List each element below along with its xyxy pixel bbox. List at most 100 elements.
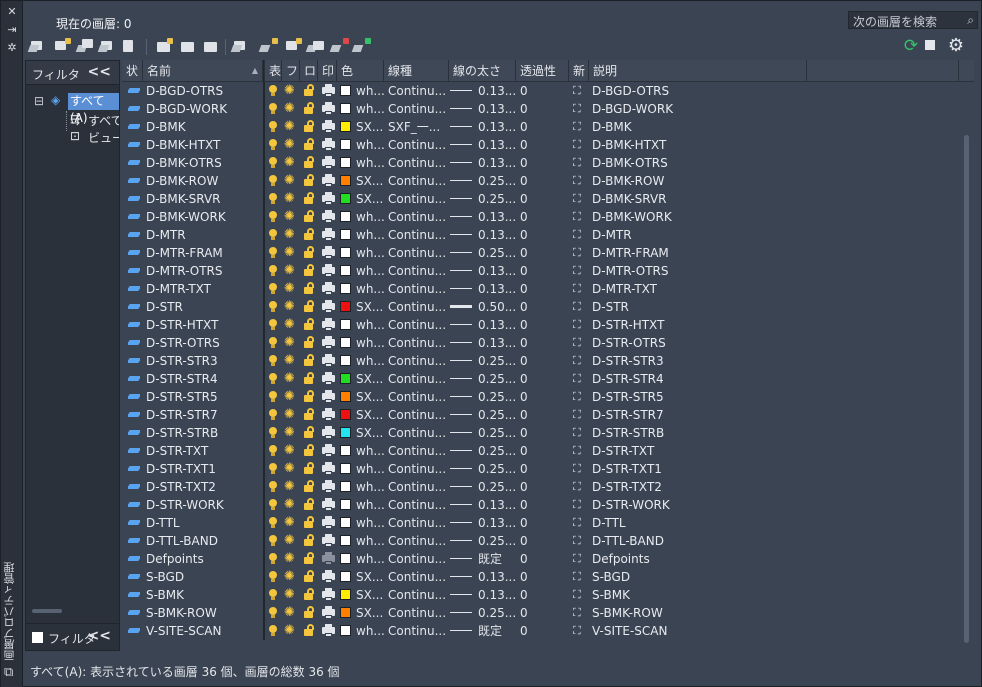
layer-transparency[interactable]: 0 [520, 244, 550, 262]
layer-color[interactable]: SX... [340, 118, 384, 136]
sun-icon[interactable]: ✺ [284, 550, 298, 568]
layer-row[interactable]: D-STR-OTRS ✺ wh... Continu... 0.13... 0 … [122, 334, 974, 352]
layer-transparency[interactable]: 0 [520, 298, 550, 316]
layer-row[interactable]: D-STR-STRB ✺ SX... Continu... 0.25... 0 … [122, 424, 974, 442]
lightbulb-icon[interactable] [268, 244, 278, 262]
layer-lineweight[interactable]: 0.13... [450, 316, 518, 334]
layer-row[interactable]: D-BMK-ROW ✺ SX... Continu... 0.25... 0 ⛶… [122, 172, 974, 190]
unlock-icon[interactable] [303, 82, 315, 100]
layer-lineweight[interactable]: 0.25... [450, 388, 518, 406]
unlock-icon[interactable] [303, 262, 315, 280]
layer-description[interactable]: D-MTR-FRAM [592, 244, 792, 262]
layer-name[interactable]: D-STR-WORK [146, 496, 264, 514]
layer-name[interactable]: D-MTR-OTRS [146, 262, 264, 280]
sun-icon[interactable]: ✺ [284, 262, 298, 280]
layer-name[interactable]: S-BGD [146, 568, 264, 586]
layer-row[interactable]: D-STR-HTXT ✺ wh... Continu... 0.13... 0 … [122, 316, 974, 334]
viewport-freeze-icon[interactable]: ⛶ [573, 334, 587, 352]
layer-description[interactable]: D-BMK-OTRS [592, 154, 792, 172]
unlock-icon[interactable] [303, 226, 315, 244]
viewport-freeze-icon[interactable]: ⛶ [573, 100, 587, 118]
stop-icon[interactable] [925, 40, 935, 50]
layer-linetype[interactable]: Continu... [388, 388, 448, 406]
lightbulb-icon[interactable] [268, 406, 278, 424]
layer-linetype[interactable]: Continu... [388, 190, 448, 208]
collapse-filter-button-bottom[interactable]: << [88, 628, 111, 644]
lightbulb-icon[interactable] [268, 334, 278, 352]
layer-color[interactable]: wh... [340, 550, 384, 568]
printer-icon[interactable] [322, 370, 335, 388]
vertical-scrollbar[interactable] [964, 135, 969, 643]
viewport-freeze-icon[interactable]: ⛶ [573, 388, 587, 406]
layer-linetype[interactable]: Continu... [388, 154, 448, 172]
printer-icon[interactable] [322, 568, 335, 586]
lightbulb-icon[interactable] [268, 172, 278, 190]
sun-icon[interactable]: ✺ [284, 244, 298, 262]
lightbulb-icon[interactable] [268, 352, 278, 370]
layer-transparency[interactable]: 0 [520, 316, 550, 334]
viewport-freeze-icon[interactable]: ⛶ [573, 298, 587, 316]
layer-linetype[interactable]: Continu... [388, 424, 448, 442]
tree-item-all[interactable]: すべて(A) [68, 93, 119, 125]
unlock-icon[interactable] [303, 136, 315, 154]
layer-color[interactable]: wh... [340, 154, 384, 172]
lightbulb-icon[interactable] [268, 298, 278, 316]
viewport-freeze-icon[interactable]: ⛶ [573, 604, 587, 622]
unlock-icon[interactable] [303, 280, 315, 298]
sun-icon[interactable]: ✺ [284, 172, 298, 190]
layer-row[interactable]: D-STR-WORK ✺ wh... Continu... 0.13... 0 … [122, 496, 974, 514]
layer-row[interactable]: D-TTL ✺ wh... Continu... 0.13... 0 ⛶ D-T… [122, 514, 974, 532]
layer-row[interactable]: D-STR-STR5 ✺ SX... Continu... 0.25... 0 … [122, 388, 974, 406]
layer-description[interactable]: D-TTL-BAND [592, 532, 792, 550]
layer-lineweight[interactable]: 0.25... [450, 352, 518, 370]
layer-name[interactable]: D-BMK-SRVR [146, 190, 264, 208]
layer-lineweight[interactable]: 0.25... [450, 370, 518, 388]
lightbulb-icon[interactable] [268, 424, 278, 442]
layer-description[interactable]: D-STR-OTRS [592, 334, 792, 352]
layer-linetype[interactable]: Continu... [388, 514, 448, 532]
layer-lineweight[interactable]: 0.25... [450, 604, 518, 622]
layer-row[interactable]: D-BMK-WORK ✺ wh... Continu... 0.13... 0 … [122, 208, 974, 226]
printer-icon[interactable] [322, 532, 335, 550]
printer-icon[interactable] [322, 280, 335, 298]
column-transparency[interactable]: 透過性 [516, 60, 569, 82]
layer-color[interactable]: wh... [340, 478, 384, 496]
layer-color[interactable]: wh... [340, 442, 384, 460]
layer-linetype[interactable]: Continu... [388, 280, 448, 298]
layer-lineweight[interactable]: 0.13... [450, 118, 518, 136]
unlock-icon[interactable] [303, 496, 315, 514]
unlock-icon[interactable] [303, 352, 315, 370]
sun-icon[interactable]: ✺ [284, 622, 298, 640]
layer-row[interactable]: D-STR-TXT2 ✺ wh... Continu... 0.25... 0 … [122, 478, 974, 496]
column-freeze[interactable]: フ. [282, 60, 300, 82]
layer-row[interactable]: Defpoints ✺ wh... Continu... 既定 0 ⛶ Defp… [122, 550, 974, 568]
viewport-freeze-icon[interactable]: ⛶ [573, 586, 587, 604]
palette-menu-icon[interactable]: ⧉ [4, 665, 20, 681]
save-icon[interactable] [121, 38, 139, 54]
printer-icon[interactable] [322, 352, 335, 370]
layer-transparency[interactable]: 0 [520, 622, 550, 640]
printer-icon[interactable] [322, 478, 335, 496]
layer-linetype[interactable]: Continu... [388, 226, 448, 244]
layer-name[interactable]: D-TTL-BAND [146, 532, 264, 550]
printer-icon[interactable] [322, 226, 335, 244]
unlock-icon[interactable] [303, 334, 315, 352]
layer-description[interactable]: D-BMK-SRVR [592, 190, 792, 208]
layer-linetype[interactable]: Continu... [388, 82, 448, 100]
layer-description[interactable]: D-STR-STR7 [592, 406, 792, 424]
sun-icon[interactable]: ✺ [284, 478, 298, 496]
layer-transparency[interactable]: 0 [520, 406, 550, 424]
layer-lineweight[interactable]: 0.13... [450, 100, 518, 118]
layer-description[interactable]: D-BGD-OTRS [592, 82, 792, 100]
new-layer-frozen-icon[interactable] [284, 38, 302, 54]
layer-color[interactable]: wh... [340, 280, 384, 298]
layer-transparency[interactable]: 0 [520, 532, 550, 550]
layer-transparency[interactable]: 0 [520, 172, 550, 190]
viewport-freeze-icon[interactable]: ⛶ [573, 370, 587, 388]
layer-row[interactable]: D-STR-STR7 ✺ SX... Continu... 0.25... 0 … [122, 406, 974, 424]
layer-lineweight[interactable]: 0.13... [450, 226, 518, 244]
layer-color[interactable]: SX... [340, 406, 384, 424]
layer-name[interactable]: D-BMK-OTRS [146, 154, 264, 172]
close-icon[interactable]: ✕ [4, 5, 20, 19]
properties-icon[interactable]: ✲ [4, 41, 20, 55]
